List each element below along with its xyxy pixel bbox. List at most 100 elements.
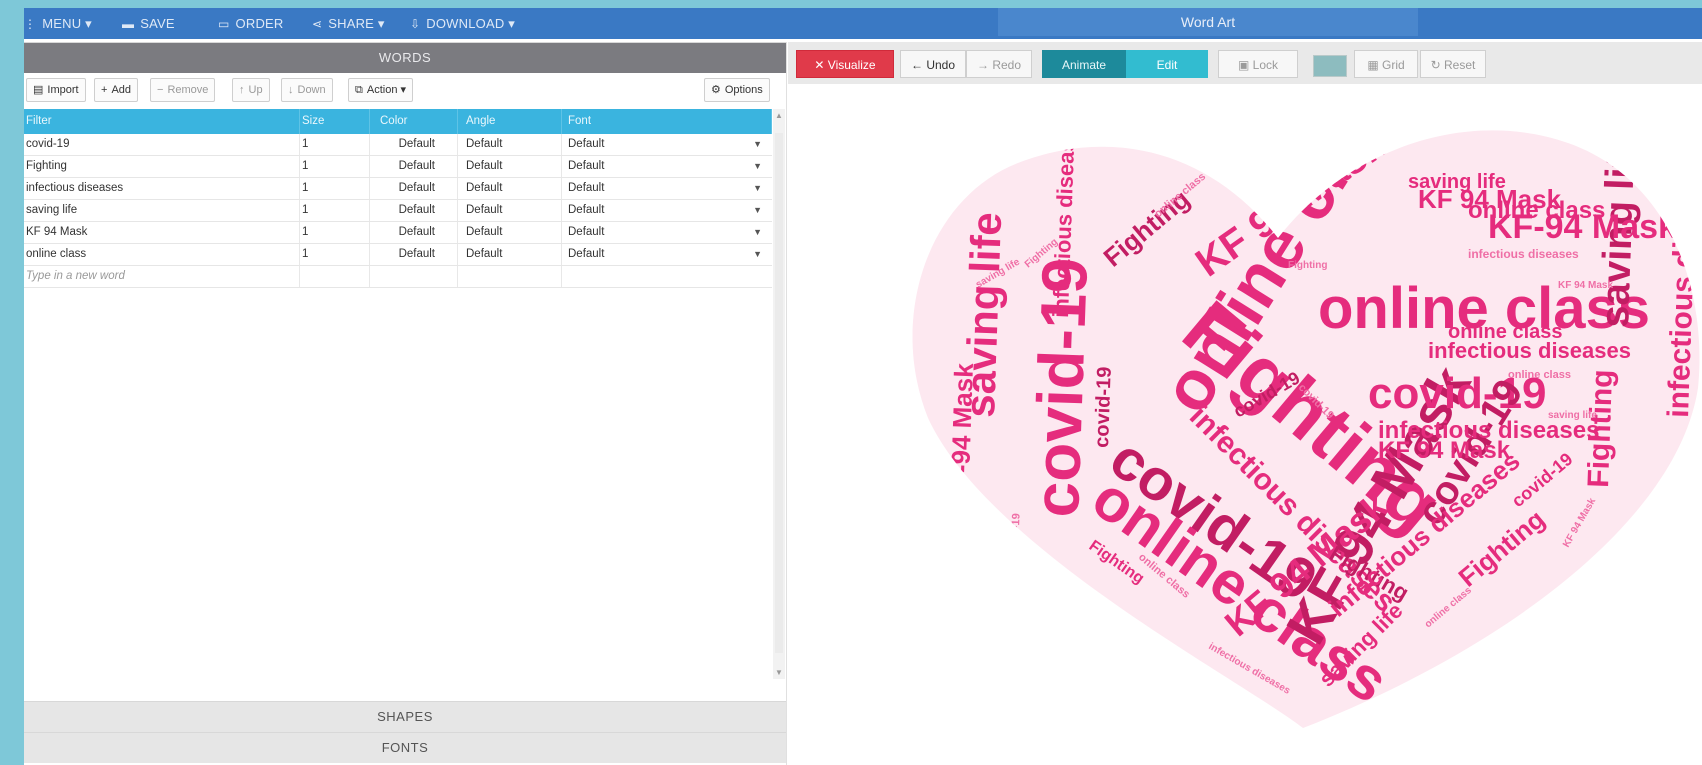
new-word-input[interactable]: Type in a new word	[24, 266, 300, 287]
art-word: infectious diseases	[1468, 247, 1579, 261]
save-icon: ▬	[122, 17, 135, 31]
art-word: saving life	[1408, 171, 1506, 193]
column-header-size[interactable]: Size	[300, 109, 370, 134]
dropdown-caret-icon[interactable]: ▼	[753, 244, 762, 265]
table-row[interactable]: KF 94 Mask 1 Default Default Default ▼	[24, 222, 772, 244]
animate-button[interactable]: Animate	[1042, 50, 1126, 78]
import-button[interactable]: ▤ Import	[26, 78, 86, 102]
scroll-down-icon[interactable]: ▼	[775, 668, 783, 677]
down-button[interactable]: ↓ Down	[281, 78, 333, 102]
share-button[interactable]: ⋖ SHARE ▾	[312, 8, 385, 39]
up-button[interactable]: ↑ Up	[232, 78, 270, 102]
color-cell[interactable]: Default	[370, 178, 458, 199]
color-cell[interactable]: Default	[370, 156, 458, 177]
font-cell[interactable]: Default ▼	[562, 244, 772, 265]
empty-cell	[300, 266, 370, 287]
angle-cell[interactable]: Default	[458, 156, 562, 177]
angle-cell[interactable]: Default	[458, 244, 562, 265]
font-cell[interactable]: Default ▼	[562, 178, 772, 199]
visualize-button[interactable]: ✕ Visualize	[796, 50, 894, 78]
shapes-panel-header[interactable]: SHAPES	[24, 701, 786, 732]
minus-icon: −	[157, 84, 164, 96]
column-header-font[interactable]: Font	[562, 109, 772, 134]
undo-arrow-icon: ←	[910, 58, 927, 72]
background-color-swatch[interactable]	[1313, 55, 1347, 77]
dropdown-caret-icon[interactable]: ▼	[753, 222, 762, 243]
color-cell[interactable]: Default	[370, 244, 458, 265]
words-toolbar: ▤ Import + Add − Remove ↑ Up ↓ Down ⧉ Action ▾…	[24, 78, 786, 104]
grid-icon: ▦	[1367, 58, 1382, 72]
top-menu-bar: ⋮ MENU ▾ ▬ SAVE ▭ ORDER ⋖ SHARE ▾ ⇩ DOWNLOAD …	[24, 8, 1702, 39]
order-button[interactable]: ▭ ORDER	[218, 8, 284, 39]
table-row[interactable]: saving life 1 Default Default Default ▼	[24, 200, 772, 222]
empty-cell	[562, 266, 772, 287]
fonts-panel-header[interactable]: FONTS	[24, 732, 786, 763]
reset-button[interactable]: ↻ Reset	[1420, 50, 1486, 78]
add-button[interactable]: + Add	[94, 78, 139, 102]
new-word-row[interactable]: Type in a new word	[24, 266, 772, 288]
word-cell[interactable]: online class	[24, 244, 300, 265]
dropdown-caret-icon[interactable]: ▼	[753, 134, 762, 155]
column-header-filter[interactable]: Filter	[24, 109, 300, 134]
table-row[interactable]: Fighting 1 Default Default Default ▼	[24, 156, 772, 178]
undo-button[interactable]: ← Undo	[900, 50, 966, 78]
dropdown-caret-icon[interactable]: ▼	[753, 178, 762, 199]
download-icon: ⇩	[410, 17, 421, 31]
size-cell[interactable]: 1	[300, 244, 370, 265]
save-button[interactable]: ▬ SAVE	[122, 8, 175, 39]
angle-cell[interactable]: Default	[458, 178, 562, 199]
size-cell[interactable]: 1	[300, 134, 370, 155]
dropdown-caret-icon[interactable]: ▼	[753, 200, 762, 221]
angle-cell[interactable]: Default	[458, 222, 562, 243]
size-cell[interactable]: 1	[300, 156, 370, 177]
color-cell[interactable]: Default	[370, 200, 458, 221]
heart-word-cloud[interactable]: covid-19 online class online class Fight…	[908, 88, 1702, 765]
scrollbar-thumb[interactable]	[775, 133, 783, 653]
download-button[interactable]: ⇩ DOWNLOAD ▾	[410, 8, 515, 39]
color-cell[interactable]: Default	[370, 134, 458, 155]
word-cell[interactable]: infectious diseases	[24, 178, 300, 199]
options-button[interactable]: ⚙ Options	[704, 78, 770, 102]
angle-cell[interactable]: Default	[458, 200, 562, 221]
word-cell[interactable]: saving life	[24, 200, 300, 221]
table-row[interactable]: covid-19 1 Default Default Default ▼	[24, 134, 772, 156]
arrow-up-icon: ↑	[239, 84, 245, 96]
grid-button[interactable]: ▦ Grid	[1354, 50, 1418, 78]
menu-button[interactable]: ⋮ MENU ▾	[24, 8, 92, 39]
size-cell[interactable]: 1	[300, 178, 370, 199]
size-cell[interactable]: 1	[300, 200, 370, 221]
scroll-up-icon[interactable]: ▲	[775, 111, 783, 120]
font-cell[interactable]: Default ▼	[562, 156, 772, 177]
table-scrollbar[interactable]: ▲ ▼	[773, 109, 785, 679]
share-icon: ⋖	[312, 17, 323, 31]
table-header-row: Filter Size Color Angle Font	[24, 109, 772, 134]
column-header-color[interactable]: Color	[370, 109, 458, 134]
word-cell[interactable]: Fighting	[24, 156, 300, 177]
art-word: saving life	[1548, 410, 1597, 421]
lock-button[interactable]: ▣ Lock	[1218, 50, 1298, 78]
color-cell[interactable]: Default	[370, 222, 458, 243]
table-row[interactable]: online class 1 Default Default Default ▼	[24, 244, 772, 266]
copy-icon: ⧉	[355, 84, 363, 96]
word-cell[interactable]: KF 94 Mask	[24, 222, 300, 243]
font-cell[interactable]: Default ▼	[562, 222, 772, 243]
art-word: infectious diseases	[1662, 140, 1702, 418]
size-cell[interactable]: 1	[300, 222, 370, 243]
art-word: KF-94 Mask	[944, 362, 979, 508]
art-word: Fighting	[1288, 260, 1327, 271]
dropdown-caret-icon[interactable]: ▼	[753, 156, 762, 177]
word-art-canvas[interactable]: covid-19 online class online class Fight…	[908, 88, 1702, 765]
words-panel-header[interactable]: WORDS	[24, 42, 786, 73]
column-header-angle[interactable]: Angle	[458, 109, 562, 134]
art-word: covid-19	[1091, 366, 1116, 448]
word-cell[interactable]: covid-19	[24, 134, 300, 155]
angle-cell[interactable]: Default	[458, 134, 562, 155]
remove-button[interactable]: − Remove	[150, 78, 216, 102]
edit-button[interactable]: Edit	[1126, 50, 1208, 78]
redo-button[interactable]: → Redo	[966, 50, 1032, 78]
table-row[interactable]: infectious diseases 1 Default Default De…	[24, 178, 772, 200]
action-dropdown[interactable]: ⧉ Action ▾	[348, 78, 414, 102]
redo-arrow-icon: →	[976, 58, 993, 72]
font-cell[interactable]: Default ▼	[562, 200, 772, 221]
font-cell[interactable]: Default ▼	[562, 134, 772, 155]
